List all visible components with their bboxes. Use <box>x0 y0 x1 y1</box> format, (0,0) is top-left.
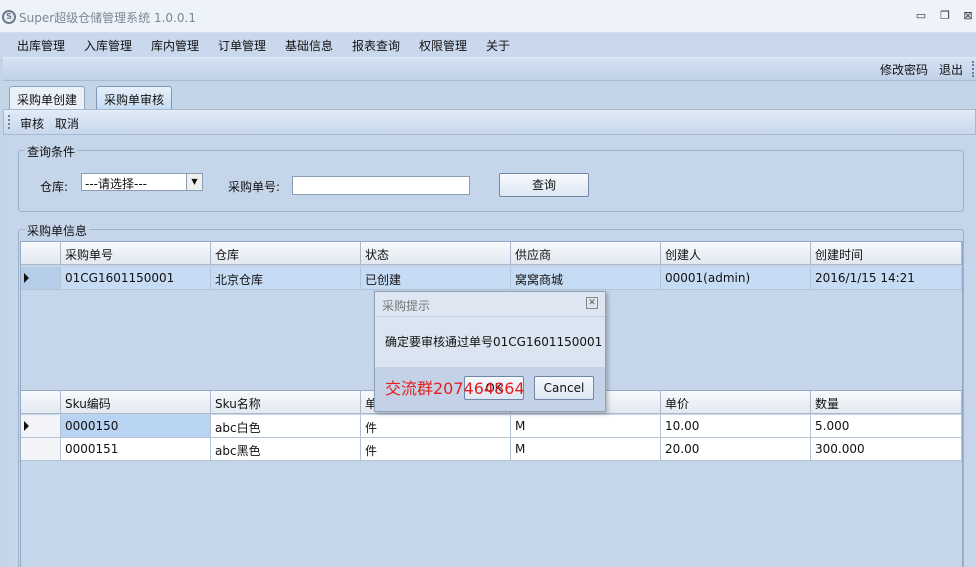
query-legend: 查询条件 <box>25 143 78 160</box>
close-icon[interactable]: ✕ <box>586 297 598 309</box>
col-sku-name[interactable]: Sku名称 <box>211 391 361 414</box>
dialog-footer: OK Cancel 交流群207464864 <box>375 367 605 411</box>
col-created-time[interactable]: 创建时间 <box>811 242 962 265</box>
cell-sku-name[interactable]: abc黑色 <box>211 438 361 461</box>
action-toolbar: 审核 取消 <box>3 109 976 135</box>
order-no-label: 采购单号: <box>228 180 281 194</box>
col-warehouse[interactable]: 仓库 <box>211 242 361 265</box>
cell-unit[interactable]: 件 <box>361 438 511 461</box>
minimize-icon[interactable]: ▭ <box>914 9 928 23</box>
menu-in-warehouse[interactable]: 库内管理 <box>151 37 199 54</box>
app-logo-icon: S <box>2 10 16 24</box>
chevron-down-icon[interactable]: ▼ <box>186 174 202 190</box>
col-price[interactable]: 单价 <box>661 391 811 414</box>
tab-po-create[interactable]: 采购单创建 <box>9 86 86 109</box>
col-supplier[interactable]: 供应商 <box>511 242 661 265</box>
confirm-dialog: 采购提示 ✕ 确定要审核通过单号01CG1601150001 OK Cancel… <box>374 291 606 412</box>
cell-quantity[interactable]: 5.000 <box>811 415 962 438</box>
dialog-title-bar[interactable]: 采购提示 ✕ <box>375 292 605 317</box>
menu-basic-info[interactable]: 基础信息 <box>285 37 333 54</box>
dialog-title: 采购提示 <box>382 299 431 313</box>
warehouse-select-value: ---请选择--- <box>85 177 147 191</box>
cell-status[interactable]: 已创建 <box>361 267 511 290</box>
cell-quantity[interactable]: 300.000 <box>811 438 962 461</box>
menu-bar: 出库管理 入库管理 库内管理 订单管理 基础信息 报表查询 权限管理 关于 <box>0 33 976 57</box>
restore-icon[interactable]: ❐ <box>938 9 952 23</box>
row-header-corner <box>21 391 61 414</box>
cell-order-no[interactable]: 01CG1601150001 <box>61 267 211 290</box>
cell-sku-code[interactable]: 0000151 <box>61 438 211 461</box>
row-selector[interactable] <box>21 415 61 438</box>
watermark-text: 交流群207464864 <box>385 379 525 398</box>
change-password-link[interactable]: 修改密码 <box>880 61 928 78</box>
cell-supplier[interactable]: 窝窝商城 <box>511 267 661 290</box>
close-window-icon[interactable]: ⊠ <box>961 9 975 23</box>
details-grid: Sku编码 Sku名称 单 单价 数量 0000150 abc白色 件 M 10… <box>20 390 963 567</box>
row-selector[interactable] <box>21 267 61 290</box>
tab-po-audit[interactable]: 采购单审核 <box>96 86 173 109</box>
menu-reports[interactable]: 报表查询 <box>352 37 400 54</box>
dialog-message: 确定要审核通过单号01CG1601150001 <box>385 335 603 349</box>
audit-button[interactable]: 审核 <box>20 115 44 132</box>
tab-strip: 采购单创建 采购单审核 <box>0 82 976 109</box>
cell-unit[interactable]: 件 <box>361 415 511 438</box>
row-pointer-icon <box>24 273 29 283</box>
cell-sku-name[interactable]: abc白色 <box>211 415 361 438</box>
cell-creator[interactable]: 00001(admin) <box>661 267 811 290</box>
row-selector[interactable] <box>21 438 61 461</box>
menu-outbound[interactable]: 出库管理 <box>17 37 65 54</box>
toolbar-grip-left[interactable] <box>8 115 10 129</box>
col-creator[interactable]: 创建人 <box>661 242 811 265</box>
cell-price[interactable]: 20.00 <box>661 438 811 461</box>
col-order-no[interactable]: 采购单号 <box>61 242 211 265</box>
query-button[interactable]: 查询 <box>499 173 589 197</box>
cell-spec[interactable]: M <box>511 438 661 461</box>
cancel-toolbar-button[interactable]: 取消 <box>55 115 79 132</box>
order-no-input[interactable] <box>292 176 470 195</box>
cell-spec[interactable]: M <box>511 415 661 438</box>
menu-orders[interactable]: 订单管理 <box>218 37 266 54</box>
title-bar: S Super超级仓储管理系统 1.0.0.1 ▭ ❐ ⊠ <box>0 0 976 33</box>
orders-legend: 采购单信息 <box>25 222 90 239</box>
user-toolbar: 修改密码 退出 <box>3 57 976 81</box>
cell-sku-code[interactable]: 0000150 <box>61 415 211 438</box>
menu-about[interactable]: 关于 <box>486 37 510 54</box>
cell-warehouse[interactable]: 北京仓库 <box>211 267 361 290</box>
row-pointer-icon <box>24 421 29 431</box>
col-quantity[interactable]: 数量 <box>811 391 962 414</box>
logout-link[interactable]: 退出 <box>939 61 963 78</box>
cell-created-time[interactable]: 2016/1/15 14:21 <box>811 267 962 290</box>
toolbar-grip[interactable] <box>972 61 976 77</box>
warehouse-select[interactable]: ---请选择--- ▼ <box>81 173 203 191</box>
menu-inbound[interactable]: 入库管理 <box>84 37 132 54</box>
col-status[interactable]: 状态 <box>361 242 511 265</box>
window-title: Super超级仓储管理系统 1.0.0.1 <box>19 11 196 25</box>
cancel-button[interactable]: Cancel <box>534 376 594 400</box>
menu-permissions[interactable]: 权限管理 <box>419 37 467 54</box>
col-sku-code[interactable]: Sku编码 <box>61 391 211 414</box>
cell-price[interactable]: 10.00 <box>661 415 811 438</box>
row-header-corner <box>21 242 61 265</box>
warehouse-label: 仓库: <box>40 180 69 194</box>
query-groupbox: 查询条件 仓库: ---请选择--- ▼ 采购单号: 查询 <box>18 143 964 212</box>
